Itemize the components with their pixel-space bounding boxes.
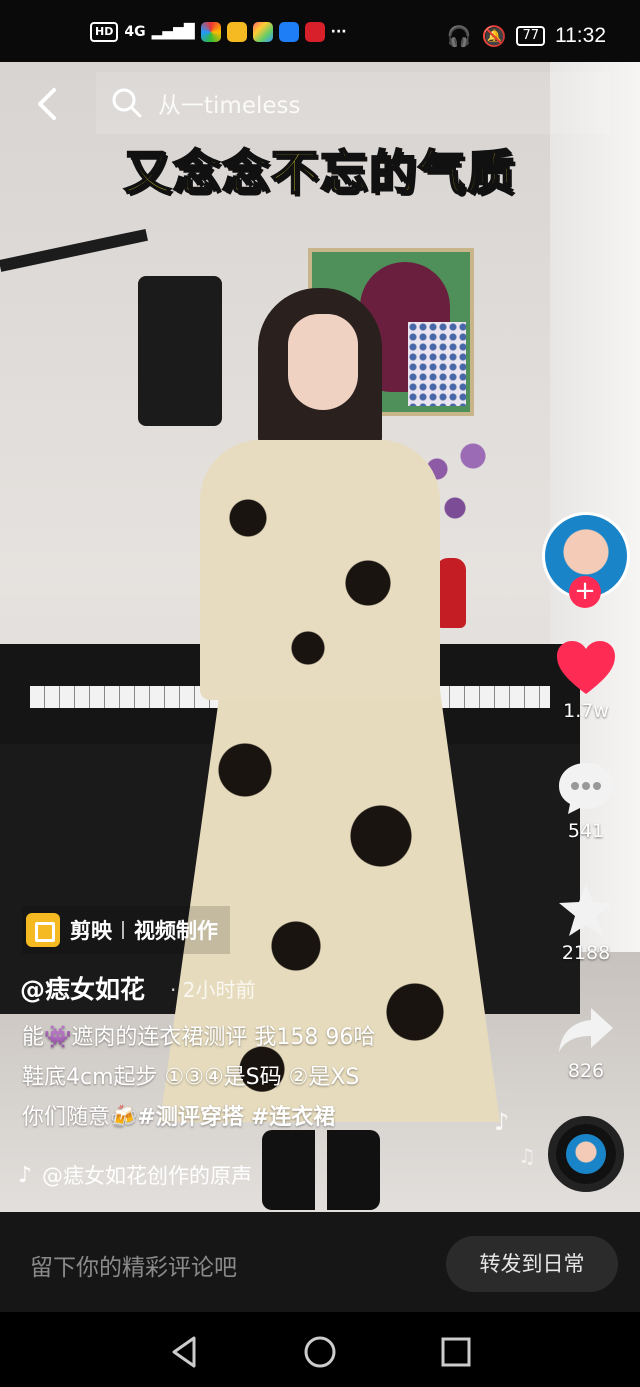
hd-badge: HD: [90, 22, 119, 42]
app-icon: [226, 22, 247, 42]
sound-title: @痣女如花创作的原声: [42, 1164, 253, 1188]
star-icon: [559, 884, 613, 936]
comment-count: 541: [567, 820, 605, 842]
favorite-count: 2188: [561, 942, 611, 964]
comment-icon: [559, 763, 613, 814]
headphones-icon: 🎧: [446, 24, 472, 48]
repost-button[interactable]: 转发到日常: [446, 1236, 618, 1292]
description-text: 你们随意🍻: [22, 1105, 138, 1130]
description-line: 能👾遮肉的连衣裙测评 我158 96哈: [22, 1025, 376, 1050]
nav-home-button[interactable]: [300, 1332, 340, 1372]
tripod-arm: [0, 228, 148, 272]
hashtag[interactable]: #测评穿搭: [137, 1105, 243, 1130]
network-badge: 4G: [124, 24, 146, 40]
description-line: 鞋底4cm起步 ①③④是S码 ②是XS: [22, 1065, 360, 1090]
description-line: 你们随意🍻#测评穿搭 #连衣裙: [22, 1098, 502, 1138]
app-icon: [252, 22, 273, 42]
author-name[interactable]: @痣女如花: [20, 970, 145, 1006]
divider: [122, 921, 124, 939]
status-bar: HD 4G ▂▄▆█ ··· 🎧 🔕 77 11:32: [0, 0, 640, 62]
vase: [436, 558, 466, 628]
capcut-anchor[interactable]: 剪映 视频制作: [22, 906, 230, 954]
music-disc-button[interactable]: [548, 1116, 624, 1192]
back-button[interactable]: [30, 84, 70, 124]
phone-holder: [138, 276, 222, 426]
back-arrow-icon: [38, 88, 56, 120]
follow-button[interactable]: +: [569, 576, 601, 608]
nav-recents-button[interactable]: [436, 1332, 476, 1372]
comment-input[interactable]: 留下你的精彩评论吧: [30, 1248, 237, 1282]
share-count: 826: [567, 1060, 605, 1082]
boots: [262, 1130, 380, 1210]
nav-back-icon: [172, 1336, 196, 1368]
like-count: 1.7w: [563, 700, 609, 722]
mute-icon: 🔕: [481, 24, 507, 48]
share-icon: [559, 1008, 613, 1052]
status-right: 🎧 🔕 77 11:32: [447, 24, 606, 48]
post-description: 能👾遮肉的连衣裙测评 我158 96哈 鞋底4cm起步 ①③④是S码 ②是XS …: [22, 1018, 502, 1138]
share-button[interactable]: 826: [546, 1004, 626, 1082]
like-button[interactable]: 1.7w: [546, 640, 626, 722]
capcut-brand: 剪映: [70, 919, 112, 943]
hashtag[interactable]: #连衣裙: [251, 1105, 335, 1130]
original-sound[interactable]: ♪ @痣女如花创作的原声: [18, 1160, 252, 1190]
person-face: [288, 314, 358, 410]
app-icon: [278, 22, 299, 42]
favorite-button[interactable]: 2188: [546, 882, 626, 964]
system-nav-bar: [0, 1312, 640, 1387]
music-avatar: [566, 1134, 606, 1174]
dress-top: [200, 440, 440, 700]
app-icon: [200, 22, 221, 42]
status-left: HD 4G ▂▄▆█ ···: [90, 22, 347, 42]
search-bar[interactable]: 从一timeless: [96, 72, 610, 134]
video-headline: 又念念不忘的气质: [123, 145, 516, 202]
search-icon: [112, 88, 142, 118]
nav-back-button[interactable]: [164, 1332, 204, 1372]
app-icon: [304, 22, 325, 42]
music-note-icon: ♫: [518, 1144, 536, 1168]
comment-bar: 留下你的精彩评论吧 转发到日常: [0, 1212, 640, 1312]
signal-icon: ▂▄▆█: [151, 24, 195, 40]
capcut-label: 视频制作: [134, 919, 218, 943]
comment-button[interactable]: 541: [546, 760, 626, 842]
capcut-icon: [26, 913, 60, 947]
more-icon: ···: [330, 24, 347, 40]
clock: 11:32: [555, 24, 606, 47]
tiktok-note-icon: ♪: [18, 1162, 33, 1188]
nav-home-icon: [304, 1336, 336, 1368]
battery-icon: 77: [516, 26, 545, 46]
heart-icon: [557, 641, 615, 694]
search-placeholder: 从一timeless: [158, 93, 301, 119]
post-time: · 2小时前: [170, 978, 256, 1002]
nav-recents-icon: [441, 1337, 471, 1367]
